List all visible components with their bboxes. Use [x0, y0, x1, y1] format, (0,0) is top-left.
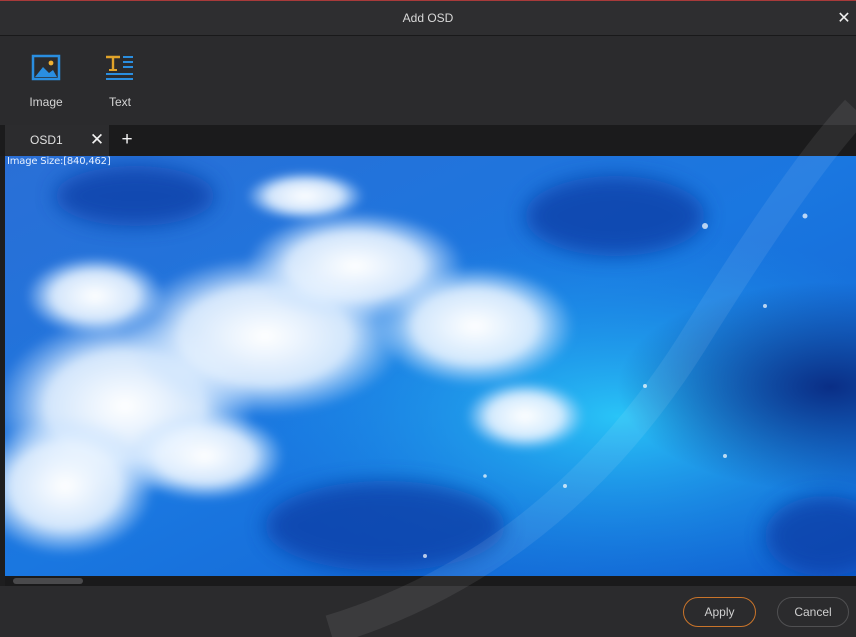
tab-close-icon[interactable]: ✕ [88, 131, 106, 149]
background-image [5, 156, 856, 576]
dialog-footer: Apply Cancel [0, 586, 856, 637]
tab-osd1[interactable]: OSD1 ✕ [5, 125, 109, 156]
text-icon [103, 51, 137, 85]
text-tool-button[interactable]: Text [90, 51, 150, 111]
scrollbar-thumb[interactable] [13, 578, 83, 584]
image-size-label: Image Size:[840,462] [7, 156, 111, 167]
apply-button[interactable]: Apply [683, 597, 756, 627]
image-tool-label: Image [29, 95, 63, 109]
cancel-button[interactable]: Cancel [777, 597, 849, 627]
tab-label: OSD1 [30, 133, 63, 147]
add-tab-icon[interactable]: + [118, 130, 136, 150]
image-icon [29, 51, 63, 85]
close-icon[interactable]: ✕ [834, 8, 854, 28]
osd-tab-bar: OSD1 ✕ + [0, 125, 856, 156]
window-title: Add OSD [402, 11, 454, 25]
image-tool-button[interactable]: Image [16, 51, 76, 111]
toolbar: Image Text [0, 35, 856, 125]
osd-preview-canvas[interactable]: Image Size:[840,462] [5, 156, 856, 576]
text-tool-label: Text [108, 95, 131, 109]
title-bar: Add OSD ✕ [0, 0, 856, 35]
horizontal-scrollbar[interactable] [5, 576, 856, 586]
